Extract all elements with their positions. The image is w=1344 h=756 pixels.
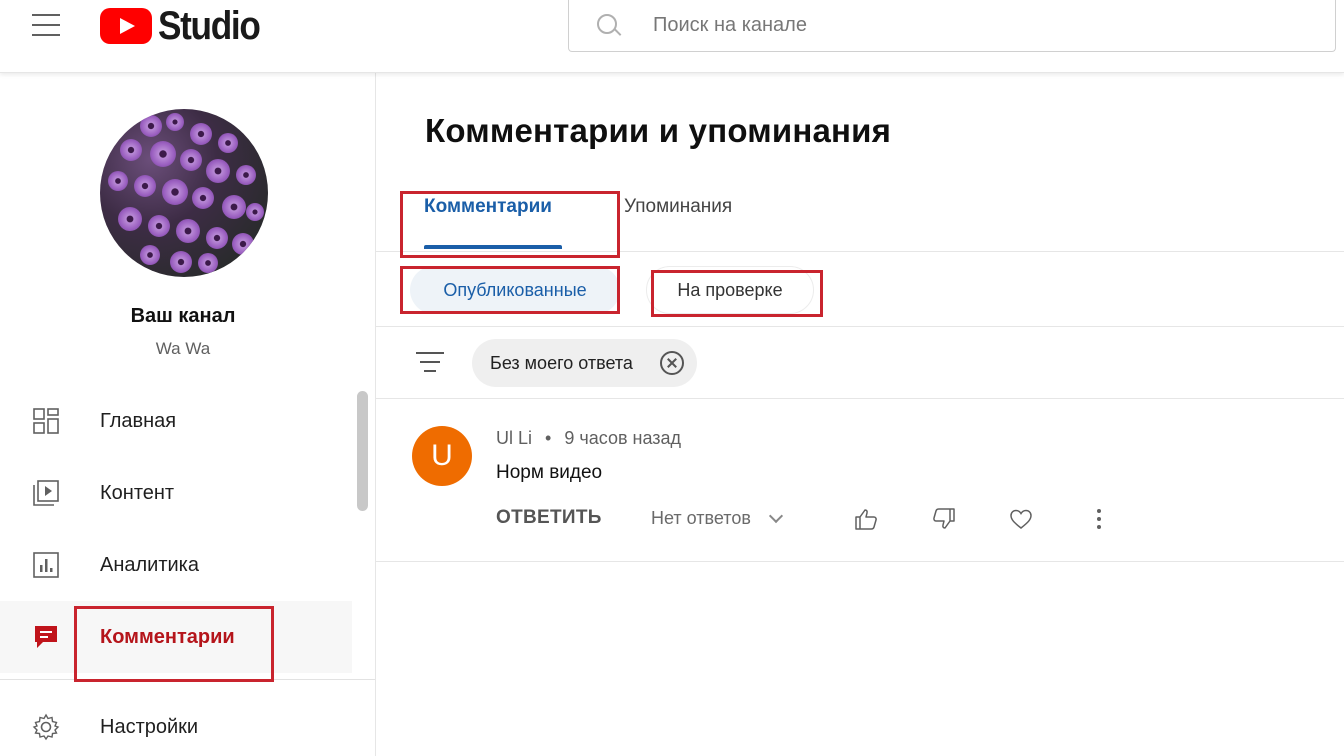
comment-divider bbox=[376, 561, 1344, 562]
hamburger-menu-icon[interactable] bbox=[24, 10, 68, 42]
comment-text: Норм видео bbox=[496, 462, 603, 483]
analytics-icon bbox=[33, 552, 59, 578]
sidebar-item-settings[interactable]: Настройки bbox=[0, 691, 352, 756]
video-content-icon bbox=[33, 480, 59, 506]
highlight-box-tab bbox=[400, 191, 620, 258]
gear-icon bbox=[32, 713, 60, 741]
dislike-icon[interactable] bbox=[931, 506, 957, 532]
sidebar-item-dashboard[interactable]: Главная bbox=[0, 385, 352, 457]
close-icon[interactable] bbox=[660, 351, 684, 375]
chevron-down-icon bbox=[768, 508, 783, 523]
youtube-play-icon bbox=[100, 8, 152, 44]
like-icon[interactable] bbox=[853, 506, 879, 532]
reply-button[interactable]: ОТВЕТИТЬ bbox=[496, 507, 602, 529]
comment-meta: Ul Li • 9 часов назад bbox=[496, 428, 681, 449]
sidebar-item-analytics[interactable]: Аналитика bbox=[0, 529, 352, 601]
filter-chip[interactable]: Без моего ответа bbox=[472, 339, 697, 387]
tab-label: Упоминания bbox=[624, 196, 733, 217]
search-icon[interactable] bbox=[595, 12, 623, 40]
search-input[interactable] bbox=[653, 14, 1253, 37]
heart-icon[interactable] bbox=[1008, 506, 1034, 532]
studio-logo[interactable]: Studio bbox=[100, 3, 273, 48]
sidebar-scrollbar[interactable] bbox=[357, 391, 368, 511]
replies-toggle[interactable]: Нет ответов bbox=[651, 508, 783, 529]
page-title: Комментарии и упоминания bbox=[425, 112, 892, 149]
filter-chip-label: Без моего ответа bbox=[490, 352, 633, 373]
logo-text: Studio bbox=[158, 3, 261, 48]
comment-author[interactable]: Ul Li bbox=[496, 428, 532, 448]
subtabs-divider bbox=[376, 326, 1344, 327]
highlight-box-review bbox=[651, 270, 823, 317]
comments-icon bbox=[35, 626, 57, 648]
sidebar-item-label: Аналитика bbox=[100, 553, 199, 576]
avatar-letter: U bbox=[431, 439, 453, 472]
highlight-box-sidebar-comments bbox=[74, 606, 274, 682]
channel-title: Ваш канал bbox=[130, 305, 236, 327]
filter-divider bbox=[376, 398, 1344, 399]
more-options-icon[interactable] bbox=[1086, 506, 1112, 532]
comment-author-avatar[interactable]: U bbox=[412, 426, 472, 486]
channel-name: Wa Wa bbox=[155, 339, 211, 358]
highlight-box-published bbox=[400, 266, 620, 314]
channel-avatar[interactable] bbox=[100, 109, 268, 277]
sidebar-item-label: Главная bbox=[100, 409, 177, 432]
channel-search[interactable] bbox=[568, 0, 1336, 52]
meta-separator: • bbox=[545, 428, 552, 448]
sidebar-item-content[interactable]: Контент bbox=[0, 457, 352, 529]
comment-time[interactable]: 9 часов назад bbox=[564, 428, 681, 448]
filter-icon[interactable] bbox=[416, 350, 444, 374]
sidebar-item-label: Настройки bbox=[100, 715, 199, 738]
tab-mentions[interactable]: Упоминания bbox=[624, 196, 732, 252]
sidebar-item-label: Контент bbox=[100, 481, 175, 504]
top-header: Studio bbox=[0, 0, 1344, 73]
dashboard-icon bbox=[33, 408, 59, 434]
replies-label: Нет ответов bbox=[651, 508, 751, 528]
